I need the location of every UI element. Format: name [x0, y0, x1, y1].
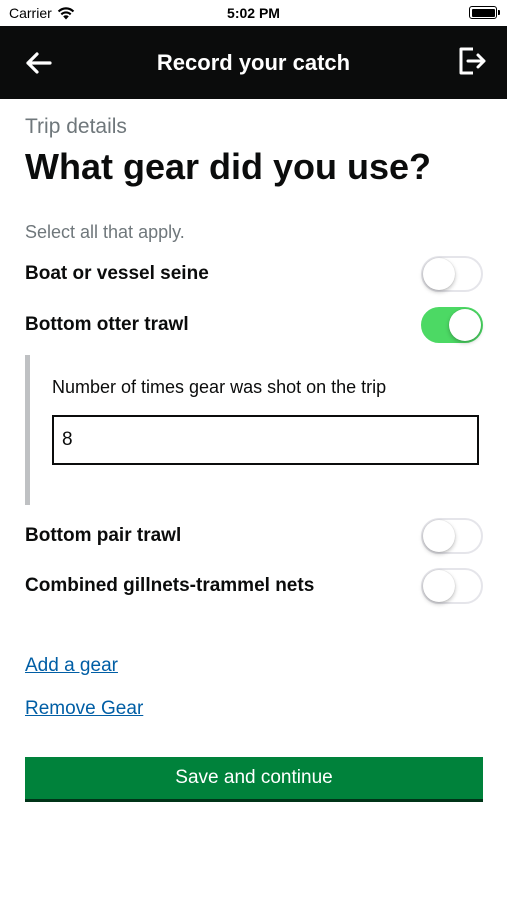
hint-text: Select all that apply. — [25, 222, 185, 242]
battery-icon — [469, 6, 500, 19]
toggle-knob — [423, 258, 455, 290]
toggle-knob — [423, 570, 455, 602]
gear-toggle[interactable] — [421, 307, 483, 343]
sign-out-button[interactable] — [455, 44, 489, 78]
page-title: What gear did you use? — [25, 146, 432, 187]
save-and-continue-button[interactable]: Save and continue — [25, 757, 483, 802]
conditional-reveal: Number of times gear was shot on the tri… — [25, 355, 485, 505]
shots-count-input[interactable] — [52, 415, 479, 465]
gear-toggle[interactable] — [421, 518, 483, 554]
sign-out-icon — [459, 47, 486, 75]
status-time: 5:02 PM — [227, 5, 280, 21]
remove-gear-link[interactable]: Remove Gear — [25, 698, 143, 720]
gear-option-bottom-pair-trawl: Bottom pair trawl — [25, 516, 485, 556]
app-header: Record your catch — [0, 26, 507, 99]
gear-option-label: Boat or vessel seine — [25, 263, 209, 284]
gear-option-label: Combined gillnets-trammel nets — [25, 575, 315, 596]
toggle-knob — [423, 520, 455, 552]
shots-count-label: Number of times gear was shot on the tri… — [52, 377, 387, 397]
toggle-knob — [449, 309, 481, 341]
gear-option-label: Bottom otter trawl — [25, 314, 189, 335]
add-gear-link[interactable]: Add a gear — [25, 655, 118, 677]
gear-option-boat-seine: Boat or vessel seine — [25, 254, 485, 294]
gear-option-bottom-otter-trawl: Bottom otter trawl — [25, 305, 485, 345]
gear-option-gillnets-trammel: Combined gillnets-trammel nets — [25, 566, 485, 606]
gear-toggle[interactable] — [421, 256, 483, 292]
page-caption: Trip details — [25, 115, 127, 138]
gear-option-label: Bottom pair trawl — [25, 525, 182, 546]
gear-toggle[interactable] — [421, 568, 483, 604]
status-bar: Carrier 5:02 PM — [0, 0, 507, 26]
header-title: Record your catch — [156, 50, 351, 75]
